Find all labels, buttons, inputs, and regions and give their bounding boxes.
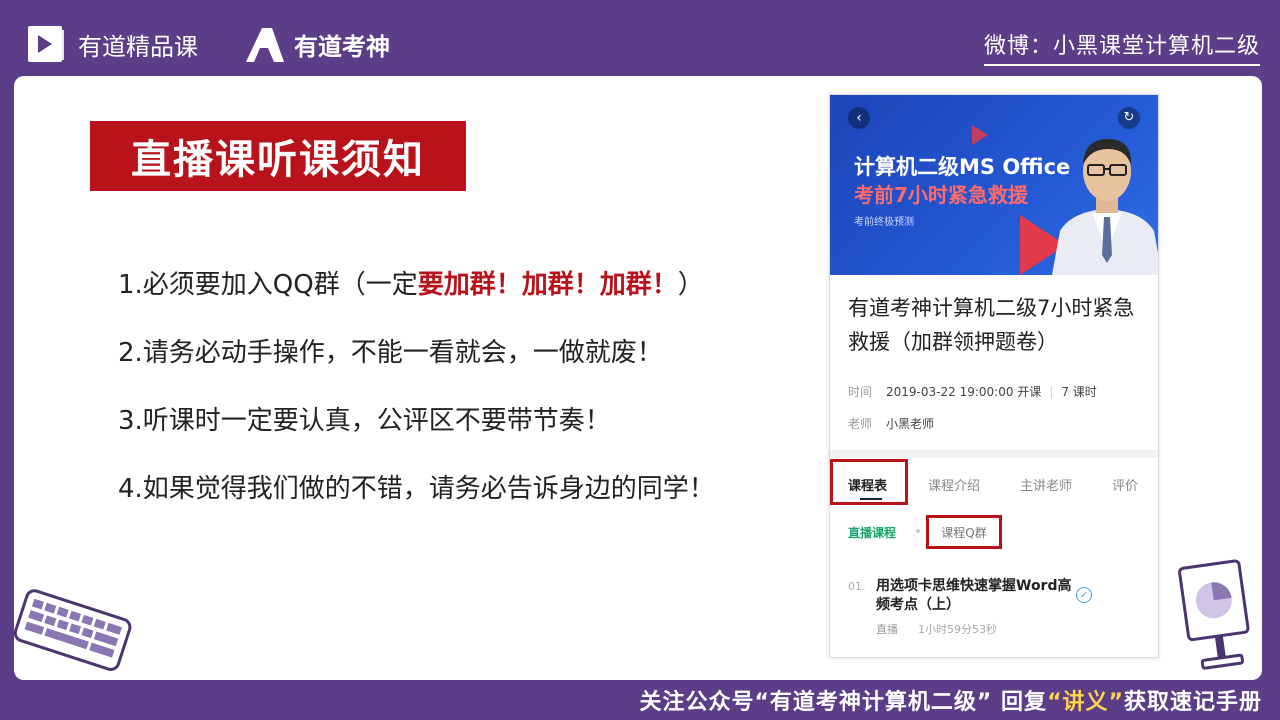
rule-4: 4.如果觉得我们做的不错，请务必告诉身边的同学！	[118, 474, 715, 504]
banner-caption: 考前终极预测	[854, 217, 914, 228]
teacher-photo	[1052, 139, 1158, 275]
banner-title: 计算机二级MS Office	[854, 155, 1071, 179]
time-value: 2019-03-22 19:00:00 开课	[886, 385, 1042, 399]
lesson-type: 直播	[876, 623, 898, 636]
course-banner: ‹ ↻ 计算机二级MS Office 考前7小时紧急救援 考前终极预测	[830, 95, 1158, 275]
slide-title: 直播课听课须知	[90, 121, 466, 191]
keyboard-illustration-icon	[13, 589, 132, 671]
slide-card: 直播课听课须知 1.必须要加入QQ群（一定要加群！加群！加群！） 2.请务必动手…	[14, 76, 1262, 680]
course-title: 有道考神计算机二级7小时紧急救援（加群领押题卷）	[848, 296, 1135, 354]
share-icon[interactable]: ↻	[1118, 107, 1140, 129]
play-icon	[972, 125, 988, 145]
footer-part-1: 关注公众号	[639, 690, 755, 715]
active-tab-indicator	[860, 498, 882, 500]
brand1-text: 有道精品课	[78, 32, 198, 61]
brand2-text: 有道考神	[294, 32, 390, 61]
footer-part-3: 回复	[992, 690, 1048, 715]
lesson-title[interactable]: 用选项卡思维快速掌握Word高频考点（上）	[876, 577, 1076, 615]
youdao-jingpinke-logo: 有道精品课	[28, 24, 198, 64]
tab-reviews[interactable]: 评价	[1112, 475, 1138, 494]
rule-2: 2.请务必动手操作，不能一看就会，一做就废！	[118, 338, 663, 368]
course-teacher-row: 老师 小黑老师	[848, 415, 934, 432]
course-time-row: 时间 2019-03-22 19:00:00 开课 | 7 课时	[848, 385, 1097, 399]
rule-1: 1.必须要加入QQ群（一定要加群！加群！加群！）	[118, 264, 704, 301]
footer-part-5: 获取速记手册	[1123, 690, 1262, 715]
youdao-kaoshen-logo: 有道考神	[242, 24, 390, 64]
teacher-label: 老师	[848, 417, 873, 431]
teacher-value: 小黑老师	[886, 417, 935, 431]
weibo-handle: 微博：小黑课堂计算机二级	[983, 28, 1260, 66]
footer-cta: 关注公众号“有道考神计算机二级” 回复“讲义”获取速记手册	[639, 684, 1262, 716]
play-logo-icon	[28, 24, 68, 64]
lesson-number: 01.	[848, 580, 866, 593]
rule-3: 3.听课时一定要认真，公评区不要带节奏！	[118, 406, 611, 436]
kaoshen-logo-icon	[246, 28, 284, 62]
check-icon: ✓	[1076, 587, 1092, 603]
back-arrow-icon[interactable]: ‹	[848, 107, 870, 129]
tab-intro[interactable]: 课程介绍	[928, 475, 980, 494]
phone-screenshot: ‹ ↻ 计算机二级MS Office 考前7小时紧急救援 考前终极预测 有道考神…	[829, 94, 1159, 658]
subtab-separator	[916, 529, 920, 533]
section-divider	[830, 450, 1158, 458]
footer-keyword: “讲义”	[1047, 690, 1124, 715]
monitor-illustration-icon	[1178, 559, 1250, 670]
subtab-live-courses[interactable]: 直播课程	[848, 524, 896, 541]
banner-subtitle: 考前7小时紧急救援	[854, 183, 1028, 207]
lesson-duration: 1小时59分53秒	[918, 623, 997, 636]
time-label: 时间	[848, 385, 873, 399]
rule-1-emphasis: 要加群！加群！加群！	[417, 270, 678, 300]
lesson-count: 7 课时	[1061, 385, 1097, 399]
rule-1-suffix: ）	[677, 270, 704, 300]
footer-account-name: “有道考神计算机二级”	[754, 690, 993, 715]
tab-teacher[interactable]: 主讲老师	[1020, 475, 1072, 494]
rule-1-prefix: 1.必须要加入QQ群（一定	[118, 270, 418, 300]
subtab-course-qq-group[interactable]: 课程Q群	[926, 515, 1002, 549]
